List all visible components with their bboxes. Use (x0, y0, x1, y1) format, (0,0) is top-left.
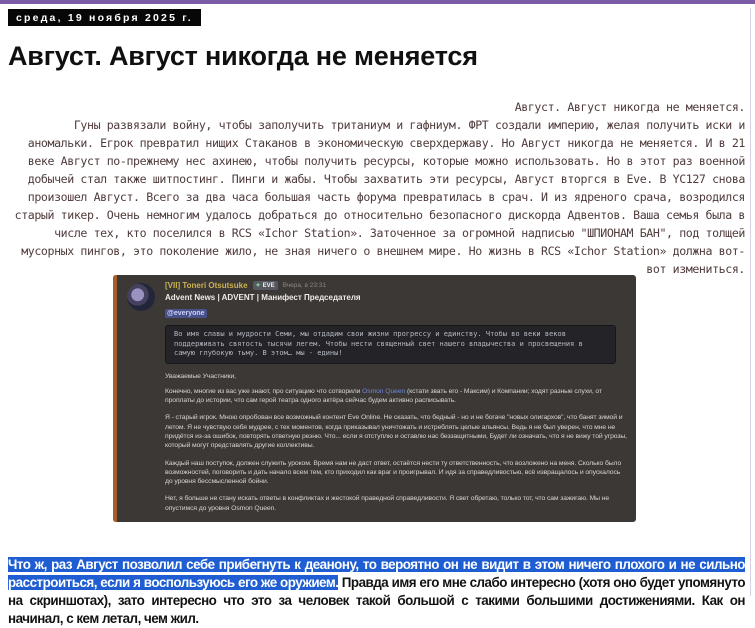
intro-body: Гуны развязали войну, чтобы заполучить т… (14, 118, 746, 276)
intro-paragraph: Август. Август никогда не меняется. Гуны… (8, 98, 746, 278)
discord-message-content: [VII] Toneri Otsutsuke ✦ EVE Вчера, в 23:… (165, 281, 628, 522)
everyone-mention: @everyone (165, 309, 207, 318)
avatar (127, 283, 155, 311)
message-timestamp: Вчера, в 23:31 (282, 282, 327, 289)
server-tag-badge: ✦ EVE (252, 281, 278, 290)
message-paragraph-greeting: Уважаемые Участники, (165, 372, 236, 380)
outro-paragraph: Что ж, раз Август позволил себе прибегну… (8, 556, 746, 628)
page-title: Август. Август никогда не меняется (8, 41, 478, 71)
quote-block: Во имя славы и мудрости Семи, мы отдадим… (165, 325, 616, 364)
message-paragraph-2: Конечно, многие из вас уже знают, про си… (165, 387, 628, 406)
discord-message: [VII] Toneri Otsutsuke ✦ EVE Вчера, в 23:… (113, 275, 636, 522)
osmon-queen-link: Osmon Queen (362, 387, 406, 395)
intro-first-line: Август. Август никогда не меняется. (514, 100, 746, 114)
message-paragraph-3: Я - старый игрок. Мною опробован все воз… (165, 414, 627, 450)
discord-screenshot[interactable]: [VII] Toneri Otsutsuke ✦ EVE Вчера, в 23:… (113, 275, 636, 522)
discord-message-header: [VII] Toneri Otsutsuke ✦ EVE Вчера, в 23:… (165, 281, 628, 290)
message-title-line: Advent News | ADVENT | Манифест Председа… (165, 293, 361, 302)
post-date-badge: среда, 19 ноября 2025 г. (8, 9, 201, 26)
discord-username: [VII] Toneri Otsutsuke (165, 281, 248, 290)
server-tag-icon: ✦ (255, 282, 261, 289)
server-tag-label: EVE (262, 282, 275, 289)
screenshot-edge-strip (113, 275, 117, 522)
message-paragraph-5: Нет, я больше не стану искать ответы в к… (165, 495, 610, 512)
page-right-border (750, 8, 751, 596)
paragraph-2-text: Конечно, многие из вас уже знают, про си… (165, 387, 363, 395)
message-paragraph-4: Каждый наш поступок, должен служить урок… (165, 459, 622, 486)
